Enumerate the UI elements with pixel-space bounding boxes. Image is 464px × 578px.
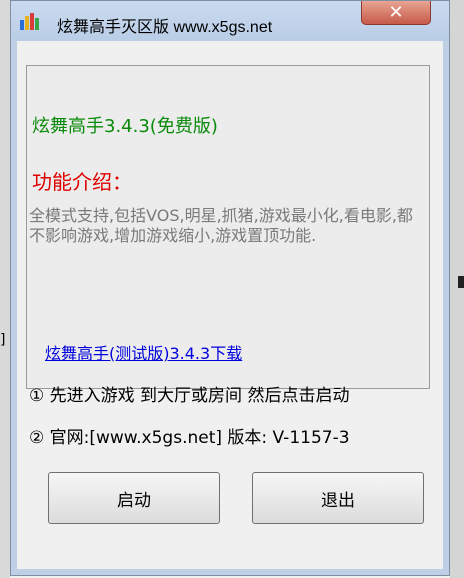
info-panel: 炫舞高手3.4.3(免费版) 功能介绍： 全模式支持,包括VOS,明星,抓猪,游… bbox=[26, 65, 430, 389]
background-edge-mark bbox=[458, 276, 464, 288]
client-area: 炫舞高手3.4.3(免费版) 功能介绍： 全模式支持,包括VOS,明星,抓猪,游… bbox=[17, 41, 443, 569]
background-text-fragment: ] bbox=[0, 332, 6, 348]
title-bar[interactable]: 炫舞高手灭区版 www.x5gs.net ✕ bbox=[11, 1, 449, 41]
background-window-right bbox=[450, 0, 464, 578]
app-window: 炫舞高手灭区版 www.x5gs.net ✕ 炫舞高手3.4.3(免费版) 功能… bbox=[10, 0, 450, 576]
website-version-line: ② 官网:[www.x5gs.net] 版本: V-1157-3 bbox=[29, 428, 350, 448]
exit-button[interactable]: 退出 bbox=[252, 472, 424, 524]
app-logo-icon bbox=[20, 13, 39, 30]
start-button[interactable]: 启动 bbox=[48, 472, 220, 524]
close-button[interactable]: ✕ bbox=[361, 1, 431, 25]
download-link[interactable]: 炫舞高手(测试版)3.4.3下载 bbox=[45, 340, 242, 364]
version-title: 炫舞高手3.4.3(免费版) bbox=[32, 116, 218, 137]
window-title: 炫舞高手灭区版 www.x5gs.net bbox=[57, 19, 273, 36]
background-window-left: ] bbox=[0, 0, 10, 578]
close-icon: ✕ bbox=[388, 2, 404, 23]
features-description: 全模式支持,包括VOS,明星,抓猪,游戏最小化,看电影,都不影响游戏,增加游戏缩… bbox=[29, 206, 413, 245]
instruction-line: ① 先进入游戏 到大厅或房间 然后点击启动 bbox=[29, 386, 350, 406]
features-heading: 功能介绍： bbox=[32, 170, 132, 194]
